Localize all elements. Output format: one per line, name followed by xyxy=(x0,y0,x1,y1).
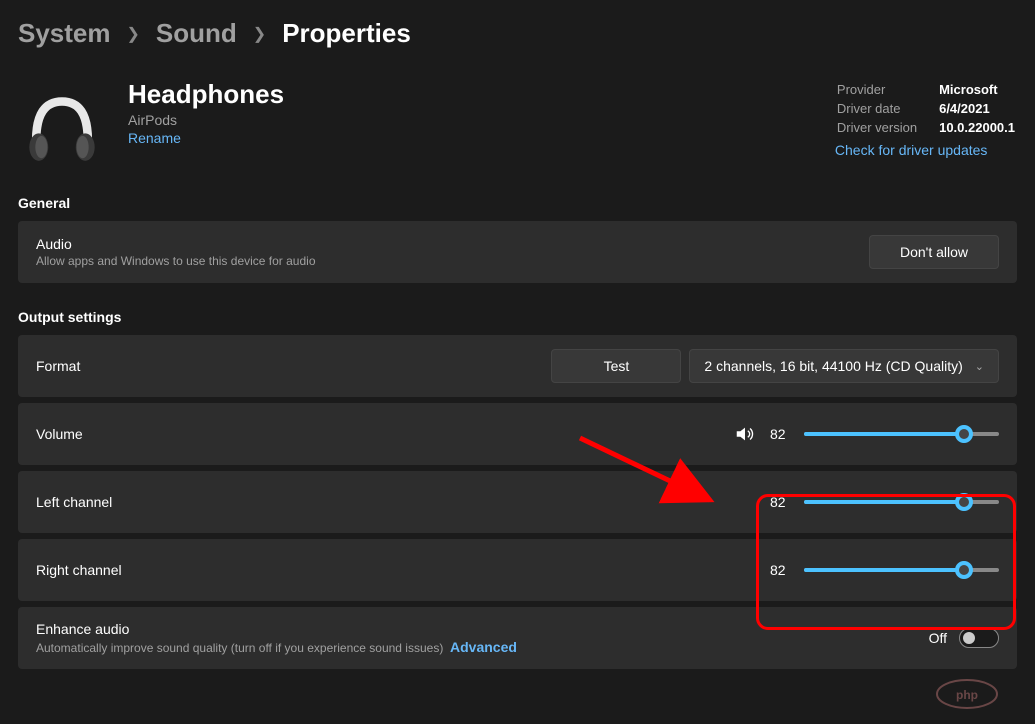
breadcrumb-sound[interactable]: Sound xyxy=(156,18,237,49)
device-name: Headphones xyxy=(128,79,284,110)
device-model: AirPods xyxy=(128,112,284,128)
enhance-state: Off xyxy=(929,630,947,646)
enhance-audio-card: Enhance audio Automatically improve soun… xyxy=(18,607,1017,669)
dont-allow-button[interactable]: Don't allow xyxy=(869,235,999,269)
general-section-title: General xyxy=(18,195,1017,211)
enhance-toggle[interactable] xyxy=(959,628,999,648)
right-channel-value: 82 xyxy=(770,562,790,578)
advanced-link[interactable]: Advanced xyxy=(450,639,517,655)
driver-date-label: Driver date xyxy=(837,100,937,117)
svg-text:php: php xyxy=(956,688,978,702)
right-channel-label: Right channel xyxy=(36,562,122,578)
left-channel-value: 82 xyxy=(770,494,790,510)
breadcrumb: System ❯ Sound ❯ Properties xyxy=(18,18,1017,49)
chevron-right-icon: ❯ xyxy=(127,24,140,44)
driver-version-label: Driver version xyxy=(837,119,937,136)
audio-sub: Allow apps and Windows to use this devic… xyxy=(36,254,316,268)
format-label: Format xyxy=(36,358,80,374)
provider-label: Provider xyxy=(837,81,937,98)
enhance-label: Enhance audio xyxy=(36,621,517,637)
chevron-right-icon: ❯ xyxy=(253,24,266,44)
driver-info: ProviderMicrosoft Driver date6/4/2021 Dr… xyxy=(835,79,1017,167)
format-select[interactable]: 2 channels, 16 bit, 44100 Hz (CD Quality… xyxy=(689,349,999,383)
volume-card: Volume 82 xyxy=(18,403,1017,465)
rename-link[interactable]: Rename xyxy=(128,130,284,146)
left-channel-card: Left channel 82 xyxy=(18,471,1017,533)
volume-label: Volume xyxy=(36,426,83,442)
right-channel-card: Right channel 82 xyxy=(18,539,1017,601)
speaker-icon[interactable] xyxy=(734,423,756,445)
watermark: php xyxy=(931,676,1003,712)
format-value: 2 channels, 16 bit, 44100 Hz (CD Quality… xyxy=(704,358,962,374)
left-channel-slider[interactable] xyxy=(804,500,999,504)
format-card: Format Test 2 channels, 16 bit, 44100 Hz… xyxy=(18,335,1017,397)
headphones-icon xyxy=(18,79,106,167)
left-channel-label: Left channel xyxy=(36,494,112,510)
volume-value: 82 xyxy=(770,426,790,442)
driver-version-value: 10.0.22000.1 xyxy=(939,119,1015,136)
test-button[interactable]: Test xyxy=(551,349,681,383)
right-channel-slider[interactable] xyxy=(804,568,999,572)
breadcrumb-system[interactable]: System xyxy=(18,18,111,49)
output-section-title: Output settings xyxy=(18,309,1017,325)
volume-slider[interactable] xyxy=(804,432,999,436)
driver-date-value: 6/4/2021 xyxy=(939,100,1015,117)
breadcrumb-properties: Properties xyxy=(282,18,411,49)
audio-label: Audio xyxy=(36,236,316,252)
provider-value: Microsoft xyxy=(939,81,1015,98)
check-updates-link[interactable]: Check for driver updates xyxy=(835,142,1017,158)
enhance-sub: Automatically improve sound quality (tur… xyxy=(36,639,517,655)
chevron-down-icon: ⌄ xyxy=(975,360,984,373)
audio-card: Audio Allow apps and Windows to use this… xyxy=(18,221,1017,283)
